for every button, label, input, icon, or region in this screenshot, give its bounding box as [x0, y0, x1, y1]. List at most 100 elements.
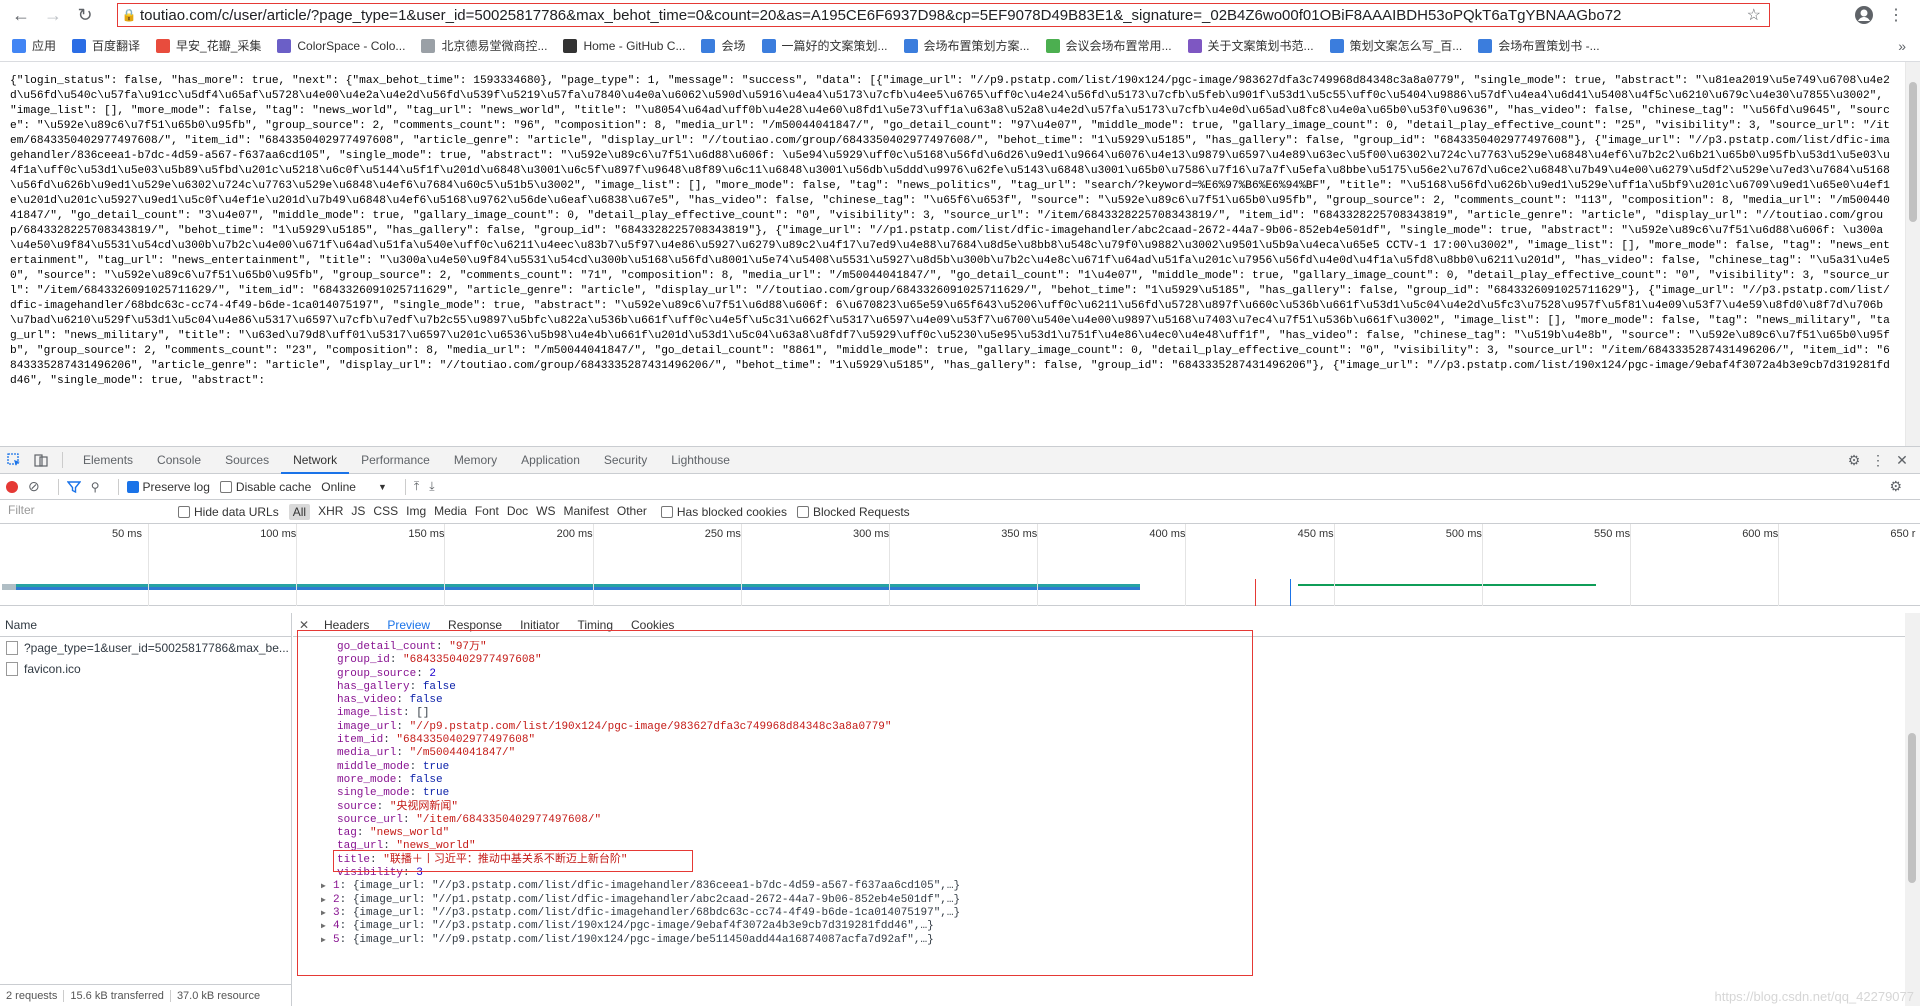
url-text[interactable]: toutiao.com/c/user/article/?page_type=1&… [140, 7, 1621, 24]
bookmark-item[interactable]: 会场布置策划方案... [903, 37, 1030, 54]
expand-triangle-icon[interactable]: ▶ [321, 907, 333, 920]
detail-tab-response[interactable]: Response [439, 618, 511, 632]
preview-property[interactable]: image_list: [] [297, 707, 1257, 720]
devtools-tab-network[interactable]: Network [281, 447, 350, 474]
preview-property[interactable]: group_source: 2 [297, 668, 1257, 681]
devtools-tab-console[interactable]: Console [145, 447, 213, 474]
bookmark-item[interactable]: Home - GitHub C... [563, 38, 685, 53]
disable-cache-checkbox[interactable]: Disable cache [219, 480, 311, 494]
detail-tab-initiator[interactable]: Initiator [511, 618, 568, 632]
devtools-tab-security[interactable]: Security [592, 447, 659, 474]
detail-tab-cookies[interactable]: Cookies [622, 618, 683, 632]
bookmark-item[interactable]: 会议会场布置常用... [1045, 37, 1172, 54]
detail-tab-headers[interactable]: Headers [315, 618, 378, 632]
filter-funnel-icon[interactable] [66, 480, 81, 494]
preview-property[interactable]: single_mode: true [297, 787, 1257, 800]
bookmarks-more-icon[interactable]: » [1898, 38, 1906, 54]
bookmark-item[interactable]: 会场布置策划书 -... [1478, 37, 1600, 54]
network-settings-gear-icon[interactable]: ⚙ [1889, 478, 1902, 495]
preview-property[interactable]: tag_url: "news_world" [297, 840, 1257, 853]
preview-property[interactable]: media_url: "/m50044041847/" [297, 747, 1257, 760]
collapsed-array-item[interactable]: ▶ 4: {image_url: "//p3.pstatp.com/list/19… [297, 920, 1257, 933]
settings-gear-icon[interactable]: ⚙ [1842, 452, 1866, 469]
detail-tab-timing[interactable]: Timing [568, 618, 622, 632]
type-filter-all[interactable]: All [288, 503, 311, 520]
preview-property[interactable]: group_id: "6843350402977497608" [297, 654, 1257, 667]
bookmark-item[interactable]: 北京德易堂微商控... [421, 37, 547, 54]
type-filter-xhr[interactable]: XHR [318, 504, 343, 520]
collapsed-array-item[interactable]: ▶ 1: {image_url: "//p3.pstatp.com/list/df… [297, 880, 1257, 893]
collapsed-array-item[interactable]: ▶ 5: {image_url: "//p9.pstatp.com/list/19… [297, 934, 1257, 947]
expand-triangle-icon[interactable]: ▶ [321, 934, 333, 947]
expand-triangle-icon[interactable]: ▶ [321, 920, 333, 933]
devtools-tab-application[interactable]: Application [509, 447, 592, 474]
preview-property[interactable]: image_url: "//p9.pstatp.com/list/190x124… [297, 721, 1257, 734]
expand-triangle-icon[interactable]: ▶ [321, 880, 333, 893]
close-devtools-icon[interactable]: ✕ [1890, 452, 1914, 469]
record-button[interactable] [6, 480, 18, 493]
bookmark-item[interactable]: 关于文案策划书范... [1187, 37, 1314, 54]
has-blocked-cookies-checkbox[interactable]: Has blocked cookies [660, 505, 787, 519]
request-row[interactable]: favicon.ico [0, 658, 291, 679]
inspect-element-icon[interactable] [0, 447, 27, 474]
devtools-tab-lighthouse[interactable]: Lighthouse [659, 447, 742, 474]
devtools-tab-performance[interactable]: Performance [349, 447, 442, 474]
preview-property[interactable]: more_mode: false [297, 774, 1257, 787]
export-har-icon[interactable]: ⤓ [429, 479, 434, 494]
type-filter-font[interactable]: Font [475, 504, 499, 520]
type-filter-media[interactable]: Media [434, 504, 467, 520]
back-arrow-icon[interactable]: ← [8, 2, 34, 28]
type-filter-css[interactable]: CSS [373, 504, 398, 520]
preview-property[interactable]: has_gallery: false [297, 681, 1257, 694]
preview-property[interactable]: source: "央视网新闻" [297, 801, 1257, 814]
preview-property[interactable]: tag: "news_world" [297, 827, 1257, 840]
type-filter-doc[interactable]: Doc [507, 504, 528, 520]
preview-property[interactable]: source_url: "/item/6843350402977497608/" [297, 814, 1257, 827]
collapsed-array-item[interactable]: ▶ 3: {image_url: "//p3.pstatp.com/list/df… [297, 907, 1257, 920]
filter-input[interactable]: Filter [6, 503, 166, 521]
preview-property[interactable]: visibility: 3 [297, 867, 1257, 880]
bookmark-star-icon[interactable]: ☆ [1747, 5, 1761, 25]
bookmark-item[interactable]: ColorSpace - Colo... [277, 38, 405, 53]
devtools-tab-sources[interactable]: Sources [213, 447, 281, 474]
devtools-tab-elements[interactable]: Elements [71, 447, 145, 474]
throttle-select[interactable]: Online ▼ [321, 480, 387, 494]
type-filter-ws[interactable]: WS [536, 504, 555, 520]
device-toolbar-icon[interactable] [27, 447, 54, 474]
detail-scrollbar[interactable] [1905, 613, 1920, 1006]
bookmark-item[interactable]: 策划文案怎么写_百... [1329, 37, 1462, 54]
profile-avatar-icon[interactable] [1852, 3, 1876, 27]
expand-triangle-icon[interactable]: ▶ [321, 894, 333, 907]
bookmark-item[interactable]: 早安_花瓣_采集 [156, 37, 261, 54]
preview-property[interactable]: go_detail_count: "97万" [297, 641, 1257, 654]
preview-property[interactable]: has_video: false [297, 694, 1257, 707]
import-har-icon[interactable]: ⤒ [414, 479, 419, 494]
detail-scrollbar-thumb[interactable] [1908, 733, 1916, 883]
page-scrollbar-thumb[interactable] [1909, 82, 1917, 222]
bookmark-item[interactable]: 一篇好的文案策划... [761, 37, 888, 54]
bookmark-item[interactable]: 会场 [701, 37, 746, 54]
preview-property[interactable]: item_id: "6843350402977497608" [297, 734, 1257, 747]
type-filter-js[interactable]: JS [351, 504, 365, 520]
hide-data-urls-checkbox[interactable]: Hide data URLs [178, 505, 279, 519]
type-filter-other[interactable]: Other [617, 504, 647, 520]
preview-property[interactable]: middle_mode: true [297, 761, 1257, 774]
page-scrollbar[interactable] [1905, 62, 1920, 446]
address-bar[interactable]: 🔒 toutiao.com/c/user/article/?page_type=… [117, 3, 1770, 27]
preview-property[interactable]: title: "联播＋丨习近平：推动中基关系不断迈上新台阶" [297, 854, 1257, 867]
request-row[interactable]: ?page_type=1&user_id=50025817786&max_be.… [0, 637, 291, 658]
devtools-more-icon[interactable]: ⋮ [1866, 452, 1890, 469]
bookmark-item[interactable]: 百度翻译 [72, 37, 140, 54]
blocked-requests-checkbox[interactable]: Blocked Requests [796, 505, 910, 519]
collapsed-array-item[interactable]: ▶ 2: {image_url: "//p1.pstatp.com/list/df… [297, 894, 1257, 907]
preserve-log-checkbox[interactable]: Preserve log [126, 480, 210, 494]
type-filter-manifest[interactable]: Manifest [564, 504, 609, 520]
close-detail-icon[interactable]: ✕ [293, 618, 315, 632]
reload-icon[interactable]: ↻ [72, 2, 98, 28]
name-column-header[interactable]: Name [0, 613, 291, 637]
clear-button[interactable]: ⊘ [28, 478, 40, 495]
more-menu-icon[interactable]: ⋮ [1884, 3, 1908, 27]
detail-tab-preview[interactable]: Preview [378, 618, 439, 632]
bookmark-item[interactable]: 应用 [12, 37, 56, 54]
timeline-overview[interactable]: 50 ms 100 ms 150 ms 200 ms 250 ms 300 ms 350 m… [0, 524, 1920, 606]
